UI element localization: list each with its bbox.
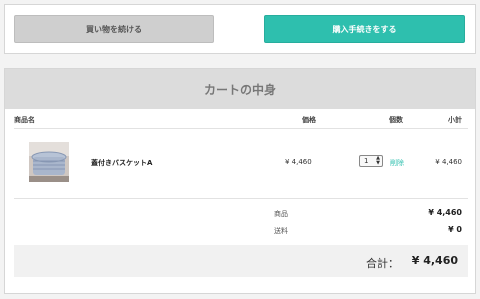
select-arrows-icon: ▲ ▼ bbox=[376, 155, 380, 166]
shipping-label: 送料 bbox=[274, 227, 288, 235]
product-name[interactable]: 蓋付きバスケットA bbox=[91, 158, 152, 168]
column-header-price: 価格 bbox=[302, 116, 316, 124]
delete-item-link[interactable]: 削除 bbox=[390, 158, 404, 168]
divider bbox=[14, 128, 468, 129]
total-box: 合計： ¥ 4,460 bbox=[14, 245, 468, 277]
total-value: ¥ 4,460 bbox=[411, 254, 458, 267]
cart-panel: カートの中身 商品名 価格 個数 小計 蓋付きバスケットA ¥ 4,460 1 … bbox=[4, 68, 476, 294]
quantity-select[interactable]: 1 ▲ ▼ bbox=[359, 155, 383, 167]
column-header-subtotal: 小計 bbox=[448, 116, 462, 124]
checkout-button[interactable]: 購入手続きをする bbox=[264, 15, 465, 43]
column-header-product: 商品名 bbox=[14, 116, 35, 124]
total-label: 合計： bbox=[366, 257, 399, 270]
divider bbox=[14, 198, 468, 199]
continue-shopping-button[interactable]: 買い物を続ける bbox=[14, 15, 214, 43]
cart-title: カートの中身 bbox=[5, 69, 475, 109]
goods-label: 商品 bbox=[274, 210, 288, 218]
column-header-quantity: 個数 bbox=[389, 116, 403, 124]
item-subtotal: ¥ 4,460 bbox=[435, 158, 462, 166]
product-thumbnail[interactable] bbox=[29, 142, 69, 182]
shipping-value: ¥ 0 bbox=[448, 225, 462, 234]
goods-value: ¥ 4,460 bbox=[428, 208, 462, 217]
product-price: ¥ 4,460 bbox=[285, 158, 312, 166]
basket-image-icon bbox=[29, 142, 69, 182]
quantity-value: 1 bbox=[364, 157, 369, 165]
cart-actions-panel: 買い物を続ける 購入手続きをする bbox=[4, 4, 476, 54]
